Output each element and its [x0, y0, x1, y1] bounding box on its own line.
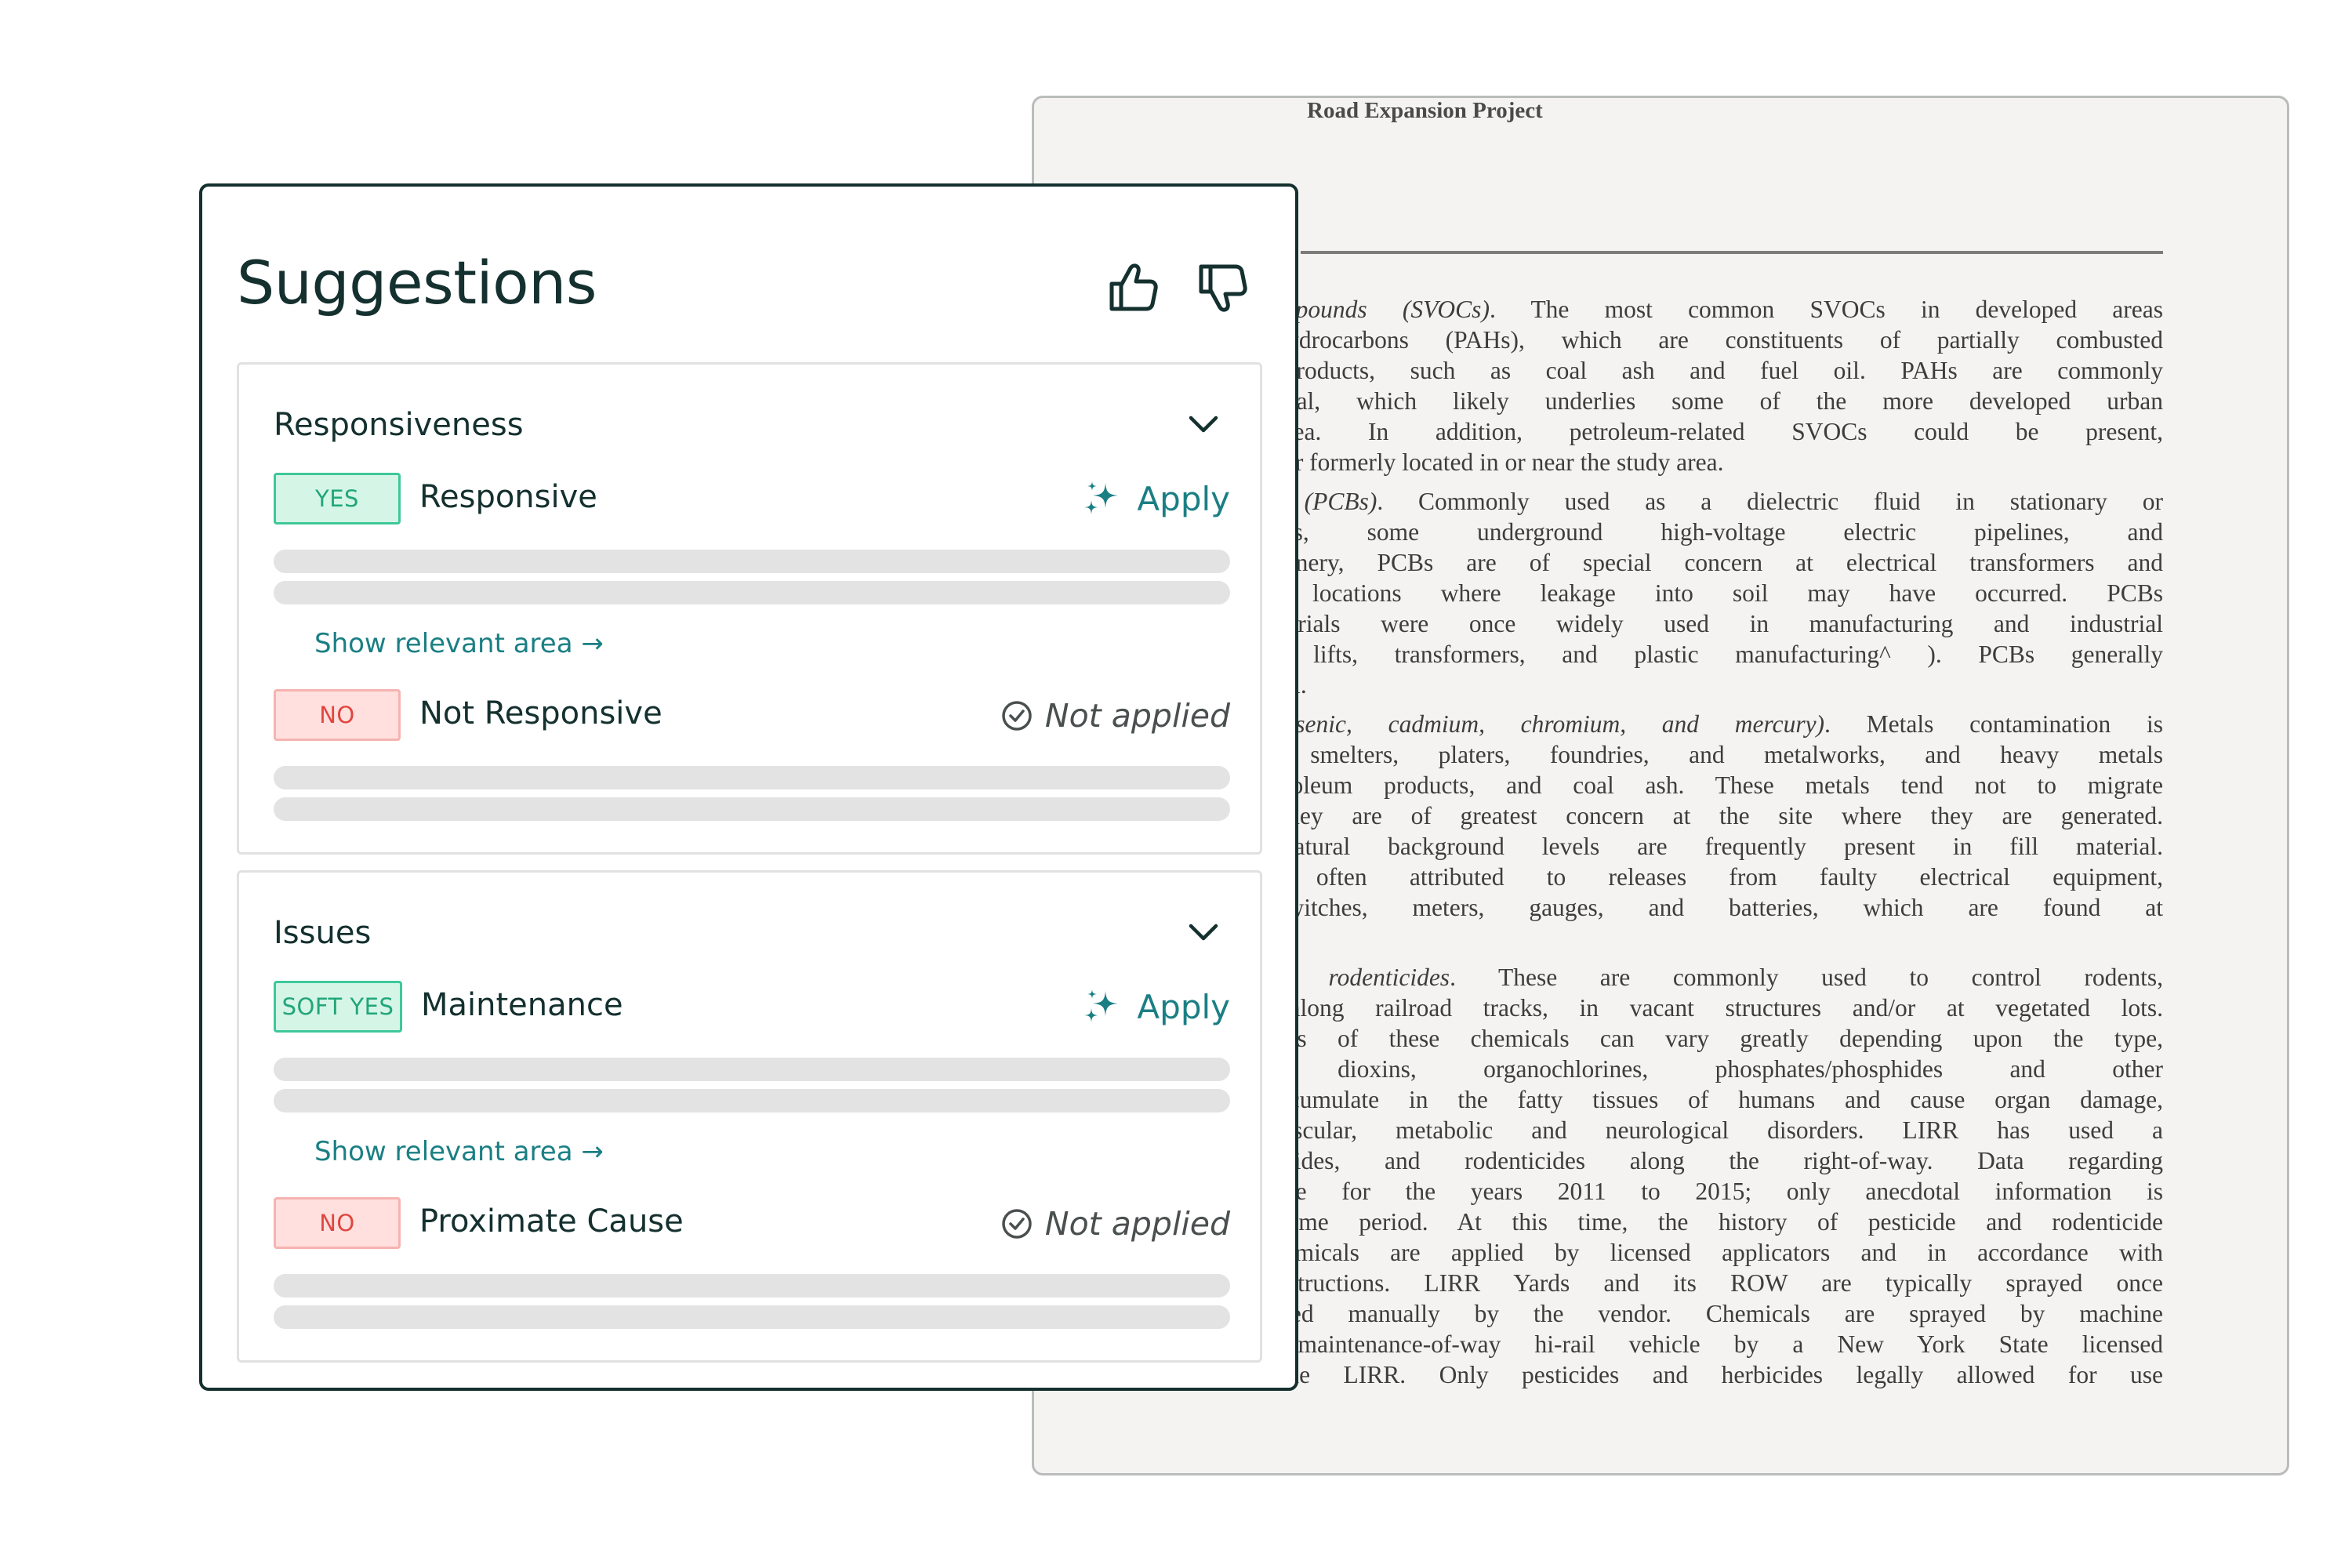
card-title: Issues	[274, 915, 372, 951]
apply-label: Apply	[1137, 479, 1230, 518]
suggestion-row: YES Responsive Apply	[274, 473, 1230, 528]
no-badge: NO	[274, 1197, 401, 1249]
placeholder-line	[274, 797, 1230, 821]
apply-button[interactable]: Apply	[1082, 474, 1230, 523]
placeholder-line	[274, 1274, 1230, 1298]
apply-button[interactable]: Apply	[1082, 982, 1230, 1031]
suggestion-label: Proximate Cause	[419, 1203, 684, 1240]
not-applied-label: Not applied	[1044, 1205, 1230, 1243]
placeholder-line	[274, 550, 1230, 573]
not-applied-label: Not applied	[1044, 697, 1230, 735]
suggestions-panel: Suggestions Responsiveness YES Responsiv…	[199, 183, 1298, 1391]
issues-card: Issues SOFT YES Maintenance Apply Show r…	[237, 870, 1262, 1363]
document-header-rule	[1301, 251, 2163, 254]
suggestion-row: NO Not Responsive Not applied	[274, 689, 1230, 744]
placeholder-line	[274, 581, 1230, 604]
card-title: Responsiveness	[274, 407, 524, 443]
check-circle-icon	[1002, 1209, 1032, 1239]
sparkle-icon	[1084, 481, 1119, 514]
document-header-title: Road Expansion Project	[1307, 98, 1543, 123]
suggestion-label: Responsive	[419, 479, 597, 515]
placeholder-line	[274, 1058, 1230, 1081]
apply-label: Apply	[1137, 987, 1230, 1026]
not-applied-status: Not applied	[1001, 1200, 1230, 1247]
show-relevant-area-link[interactable]: Show relevant area →	[314, 1136, 604, 1167]
sparkle-icon	[1084, 989, 1119, 1022]
suggestion-label: Maintenance	[421, 987, 623, 1023]
placeholder-line	[274, 1305, 1230, 1329]
placeholder-line	[274, 766, 1230, 789]
thumbs-up-icon[interactable]	[1107, 260, 1162, 315]
no-badge: NO	[274, 689, 401, 741]
suggestion-label: Not Responsive	[419, 695, 662, 731]
placeholder-line	[274, 1089, 1230, 1112]
soft-yes-badge: SOFT YES	[274, 981, 402, 1033]
chevron-down-icon[interactable]	[1188, 413, 1219, 437]
yes-badge: YES	[274, 473, 401, 524]
check-circle-icon	[1002, 701, 1032, 731]
show-relevant-area-link[interactable]: Show relevant area →	[314, 628, 604, 659]
responsiveness-card: Responsiveness YES Responsive Apply Show…	[237, 362, 1262, 855]
chevron-down-icon[interactable]	[1188, 921, 1219, 945]
thumbs-down-icon[interactable]	[1196, 260, 1251, 315]
suggestion-row: NO Proximate Cause Not applied	[274, 1197, 1230, 1252]
panel-title: Suggestions	[237, 248, 597, 318]
not-applied-status: Not applied	[1001, 692, 1230, 739]
suggestion-row: SOFT YES Maintenance Apply	[274, 981, 1230, 1036]
